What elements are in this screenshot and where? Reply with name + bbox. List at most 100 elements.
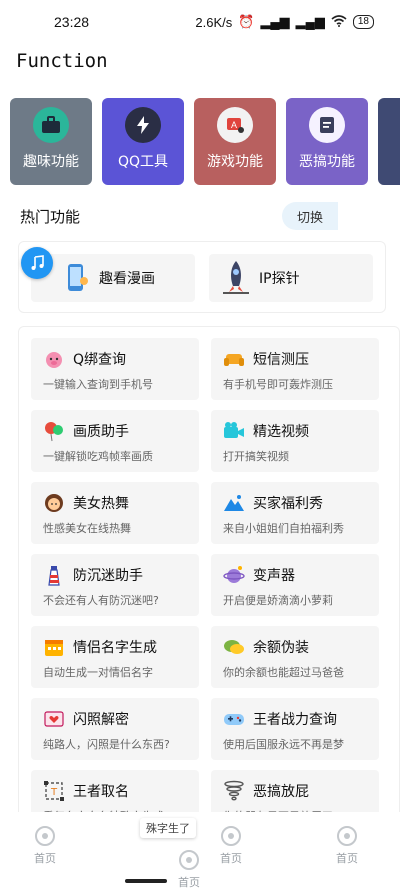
category-label: QQ工具 — [117, 154, 169, 170]
hot-item-label: IP探针 — [259, 271, 300, 287]
hot-section-title: 热门功能 — [20, 208, 81, 226]
function-desc: 纯路人，闪照是什么东西? — [43, 738, 170, 751]
category-tile-game[interactable]: A 游戏功能 — [194, 98, 276, 185]
bottom-nav: 首页 首页 首页 首页 — [0, 812, 400, 889]
lightning-icon — [125, 107, 161, 143]
tornado-icon — [223, 780, 245, 802]
status-bar: 23:28 2.6K/s ⏰ ▂▄▆ ▂▄▆ 18 — [0, 0, 400, 44]
briefcase-icon — [33, 107, 69, 143]
document-icon — [309, 107, 345, 143]
alarm-icon: ⏰ — [238, 14, 255, 29]
signal-icon: ▂▄▆ — [260, 14, 290, 29]
function-desc: 性感美女在线热舞 — [43, 522, 131, 535]
function-item-dance[interactable]: 美女热舞 性感美女在线热舞 — [31, 482, 199, 544]
function-title: 情侣名字生成 — [73, 640, 157, 656]
function-title: 买家福利秀 — [253, 496, 323, 512]
nav-label: 首页 — [34, 852, 56, 865]
girl-icon — [43, 492, 65, 514]
function-title: 画质助手 — [73, 424, 129, 440]
hot-card: 趣看漫画 IP探针 — [18, 241, 386, 313]
function-desc: 一键输入查询到手机号 — [43, 378, 153, 391]
function-title: 王者取名 — [73, 784, 129, 800]
category-tile-partial[interactable]: 会 — [378, 98, 400, 185]
switch-button[interactable]: 切换 — [282, 202, 338, 230]
music-note-icon — [31, 255, 44, 270]
function-desc: 自动生成一对情侣名字 — [43, 666, 153, 679]
function-item-couple-names[interactable]: 情侣名字生成 自动生成一对情侣名字 — [31, 626, 199, 688]
nav-item-home-1[interactable]: 首页 — [34, 826, 56, 866]
category-label: 游戏功能 — [207, 154, 263, 170]
mountain-icon — [223, 492, 245, 514]
home-indicator[interactable] — [125, 879, 167, 883]
video-camera-icon — [223, 420, 245, 442]
nav-label: 首页 — [336, 852, 358, 865]
planet-icon — [223, 564, 245, 586]
nav-label: 首页 — [178, 876, 200, 889]
toast-message: 殊字生了 — [140, 818, 196, 838]
pig-icon — [43, 348, 65, 370]
function-desc: 不会还有人有防沉迷吧? — [43, 594, 159, 607]
category-row: 趣味功能 QQ工具 A 游戏功能 恶搞功能 会 — [10, 98, 400, 186]
function-item-voice-changer[interactable]: 变声器 开启便是娇滴滴小萝莉 — [211, 554, 379, 616]
calendar-icon — [43, 636, 65, 658]
function-item-balance-fake[interactable]: 余额伪装 你的余额也能超过马爸爸 — [211, 626, 379, 688]
balloon-icon — [43, 420, 65, 442]
nav-home-icon — [179, 850, 199, 870]
page-title: Function — [16, 50, 108, 72]
function-title: 余额伪装 — [253, 640, 309, 656]
function-desc: 使用后国服永远不再是梦 — [223, 738, 344, 751]
function-title: 精选视频 — [253, 424, 309, 440]
function-item-buyer-show[interactable]: 买家福利秀 来自小姐姐们自拍福利秀 — [211, 482, 379, 544]
nav-item-home-2[interactable]: 首页 — [178, 850, 200, 890]
photo-heart-icon — [43, 708, 65, 730]
hot-item-ip-probe[interactable]: IP探针 — [209, 254, 373, 302]
function-item-quality-helper[interactable]: 画质助手 一键解锁吃鸡帧率画质 — [31, 410, 199, 472]
function-item-sms-test[interactable]: 短信测压 有手机号即可轰炸测压 — [211, 338, 379, 400]
nav-home-icon — [221, 826, 241, 846]
function-desc: 你的余额也能超过马爸爸 — [223, 666, 344, 679]
function-item-power-query[interactable]: 王者战力查询 使用后国服永远不再是梦 — [211, 698, 379, 760]
nav-home-icon — [35, 826, 55, 846]
function-title: 恶搞放屁 — [253, 784, 309, 800]
crop-name-icon: T — [43, 780, 65, 802]
nav-item-home-3[interactable]: 首页 — [220, 826, 242, 866]
category-tile-fun[interactable]: 趣味功能 — [10, 98, 92, 185]
music-button[interactable] — [21, 247, 53, 279]
signal-icon-2: ▂▄▆ — [295, 14, 325, 29]
lighthouse-icon — [43, 564, 65, 586]
hot-item-comics[interactable]: 趣看漫画 — [31, 254, 195, 302]
status-time: 23:28 — [54, 14, 90, 30]
function-title: 短信测压 — [253, 352, 309, 368]
nav-label: 首页 — [220, 852, 242, 865]
function-desc: 打开搞笑视频 — [223, 450, 289, 463]
status-icons: 2.6K/s ⏰ ▂▄▆ ▂▄▆ 18 — [195, 14, 374, 30]
nav-home-icon — [337, 826, 357, 846]
game-icon: A — [217, 107, 253, 143]
category-label: 趣味功能 — [23, 154, 79, 170]
function-item-flash-photo[interactable]: 闪照解密 纯路人，闪照是什么东西? — [31, 698, 199, 760]
function-item-featured-videos[interactable]: 精选视频 打开搞笑视频 — [211, 410, 379, 472]
function-title: 闪照解密 — [73, 712, 129, 728]
function-title: 王者战力查询 — [253, 712, 337, 728]
function-title: 变声器 — [253, 568, 295, 584]
function-title: 防沉迷助手 — [73, 568, 143, 584]
hot-item-label: 趣看漫画 — [99, 271, 155, 287]
gamepad-icon — [223, 708, 245, 730]
battery-icon: 18 — [352, 15, 374, 29]
svg-text:A: A — [231, 120, 237, 130]
nav-item-home-4[interactable]: 首页 — [336, 826, 358, 866]
category-tile-prank[interactable]: 恶搞功能 — [286, 98, 368, 185]
function-item-anti-addiction[interactable]: 防沉迷助手 不会还有人有防沉迷吧? — [31, 554, 199, 616]
function-title: 美女热舞 — [73, 496, 129, 512]
category-label: 恶搞功能 — [299, 154, 355, 170]
function-item-q-bind[interactable]: Q绑查询 一键输入查询到手机号 — [31, 338, 199, 400]
function-desc: 来自小姐姐们自拍福利秀 — [223, 522, 344, 535]
function-desc: 一键解锁吃鸡帧率画质 — [43, 450, 153, 463]
rocket-icon — [221, 260, 251, 296]
wifi-icon — [331, 14, 347, 30]
function-desc: 有手机号即可轰炸测压 — [223, 378, 333, 391]
network-speed: 2.6K/s — [195, 14, 233, 30]
function-desc: 开启便是娇滴滴小萝莉 — [223, 594, 333, 607]
sofa-icon — [223, 348, 245, 370]
category-tile-qq[interactable]: QQ工具 — [102, 98, 184, 185]
